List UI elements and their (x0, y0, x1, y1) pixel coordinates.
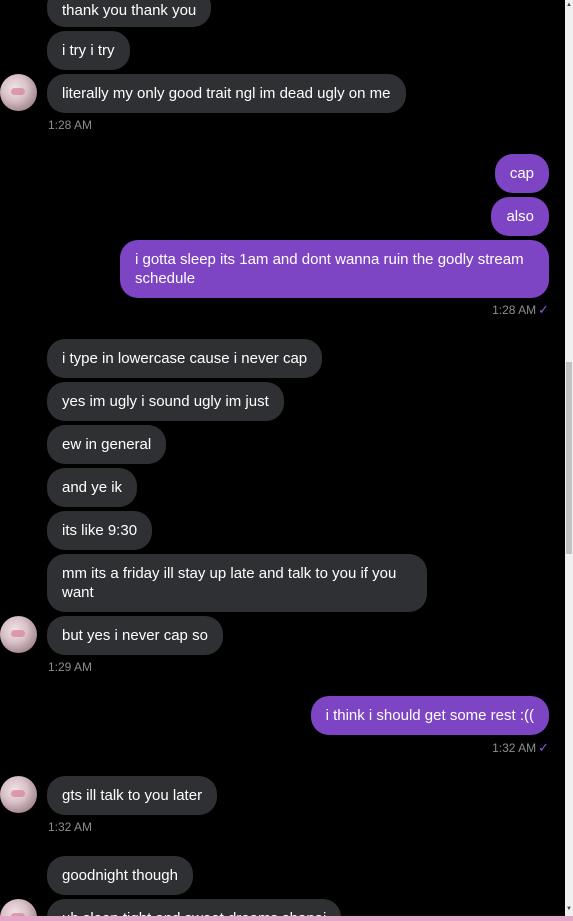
message-bubble[interactable]: i type in lowercase cause i never cap (47, 339, 323, 378)
timestamp-text: 1:32 AM (492, 741, 537, 755)
message-bubble[interactable]: i think i should get some rest :(( (310, 696, 549, 735)
message-bubble[interactable]: also (491, 197, 549, 236)
timestamp-text: 1:28 AM (492, 303, 537, 317)
avatar[interactable] (0, 74, 37, 111)
message-bubble[interactable]: goodnight though (47, 856, 193, 895)
avatar[interactable] (0, 616, 37, 653)
window-bottom-edge (0, 916, 573, 921)
message-bubble[interactable]: ew in general (47, 425, 167, 464)
message-bubble[interactable]: literally my only good trait ngl im dead… (47, 74, 406, 113)
timestamp: 1:29 AM (48, 660, 93, 674)
avatar[interactable] (0, 776, 37, 813)
avatar[interactable] (0, 899, 37, 916)
timestamp: 1:32 AM ✓ (492, 740, 549, 756)
message-bubble[interactable]: thank you thank you (47, 0, 212, 27)
message-bubble[interactable]: uh sleep tight and sweet dreams shanai (47, 899, 342, 916)
message-bubble[interactable]: gts ill talk to you later (47, 776, 218, 815)
read-check-icon: ✓ (538, 740, 549, 755)
message-bubble[interactable]: but yes i never cap so (47, 616, 223, 655)
timestamp: 1:32 AM (48, 820, 93, 834)
message-bubble[interactable]: i try i try (47, 31, 130, 70)
timestamp: 1:28 AM ✓ (492, 302, 549, 318)
avatar-image (11, 88, 25, 95)
message-bubble[interactable]: and ye ik (47, 468, 138, 507)
scroll-up-arrow-icon[interactable]: ▲ (565, 0, 573, 10)
avatar-image (11, 630, 25, 637)
timestamp: 1:28 AM (48, 118, 93, 132)
scrollbar-thumb[interactable] (566, 362, 572, 554)
message-bubble[interactable]: yes im ugly i sound ugly im just (47, 382, 284, 421)
message-bubble[interactable]: cap (494, 154, 549, 193)
message-thread[interactable]: thank you thank you i try i try literall… (0, 0, 565, 916)
message-bubble[interactable]: its like 9:30 (47, 511, 153, 550)
message-bubble[interactable]: mm its a friday ill stay up late and tal… (47, 554, 427, 612)
read-check-icon: ✓ (538, 302, 549, 317)
message-bubble[interactable]: i gotta sleep its 1am and dont wanna rui… (120, 240, 549, 298)
scroll-down-arrow-icon[interactable]: ▼ (565, 904, 573, 914)
avatar-image (11, 790, 25, 797)
